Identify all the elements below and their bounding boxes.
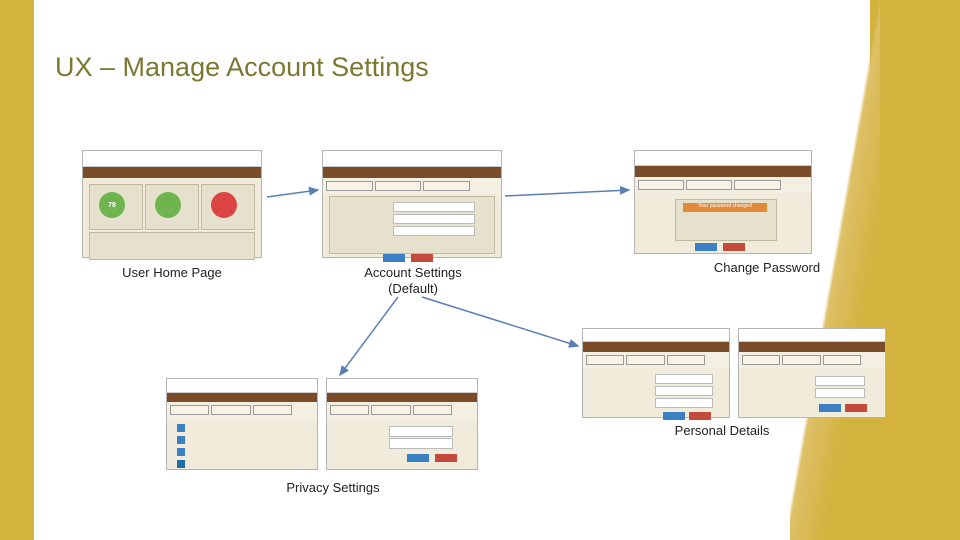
thumb-personal-1 [582, 328, 730, 418]
thumb-personal-2 [738, 328, 886, 418]
slide-title: UX – Manage Account Settings [55, 52, 429, 83]
thumb-account-settings [322, 150, 502, 258]
label-user-home: User Home Page [117, 265, 227, 281]
label-change-password: Change Password [702, 260, 832, 276]
decor-gold-left [0, 0, 34, 540]
banner-label: Your password changed [683, 203, 767, 212]
thumb-user-home: 78 [82, 150, 262, 258]
label-account-settings: Account Settings (Default) [358, 265, 468, 298]
slide: UX – Manage Account Settings 78 [0, 0, 960, 540]
decor-gold-right [870, 0, 960, 540]
thumb-privacy-1 [166, 378, 318, 470]
label-personal-details: Personal Details [662, 423, 782, 439]
label-account-settings-line2: (Default) [388, 281, 438, 296]
label-account-settings-line1: Account Settings [364, 265, 462, 280]
thumb-change-password: Your password changed [634, 150, 812, 254]
thumb-privacy-2 [326, 378, 478, 470]
label-privacy-settings: Privacy Settings [278, 480, 388, 496]
